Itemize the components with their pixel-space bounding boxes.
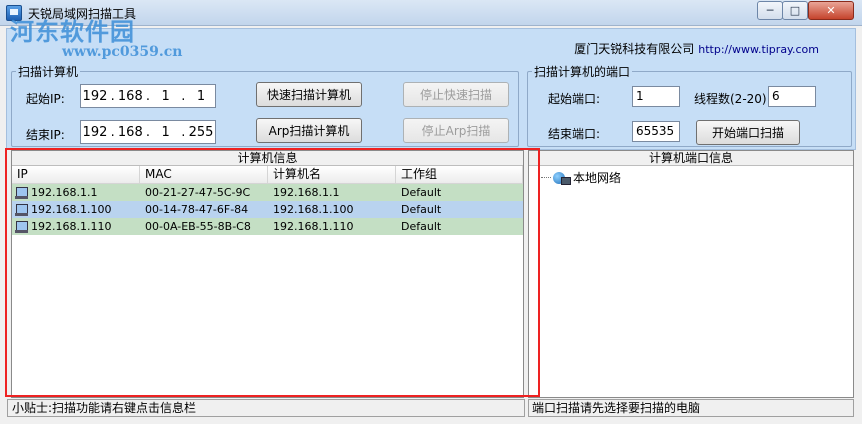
end-ip-octet: 168 (117, 124, 143, 140)
computer-info-panel: 计算机信息 IP MAC 计算机名 工作组 192.168.1.1 00-21-… (11, 150, 524, 398)
start-ip-octet: 1 (196, 88, 206, 104)
table-row[interactable]: 192.168.1.1 00-21-27-47-5C-9C 192.168.1.… (12, 184, 523, 201)
company-url[interactable]: http://www.tipray.com (698, 43, 819, 56)
computer-icon (15, 220, 28, 233)
table-row[interactable]: 192.168.1.100 00-14-78-47-6F-84 192.168.… (12, 201, 523, 218)
company-name: 厦门天锐科技有限公司 (574, 42, 695, 56)
close-button[interactable]: ✕ (808, 1, 854, 20)
cell-ip: 192.168.1.100 (31, 203, 112, 216)
threads-label: 线程数(2-20): (694, 92, 771, 106)
port-scan-group: 扫描计算机的端口 起始端口: 1 线程数(2-20): 6 结束端口: 6553… (527, 63, 852, 147)
network-icon (553, 171, 571, 185)
maximize-button[interactable]: □ (782, 1, 808, 20)
cell-computer-name: 192.168.1.1 (273, 186, 340, 199)
end-ip-input[interactable]: 192. 168. 1. 255 (80, 120, 216, 144)
computer-list-header: IP MAC 计算机名 工作组 (12, 166, 523, 184)
stop-arp-scan-button[interactable]: 停止Arp扫描 (403, 118, 509, 143)
watermark-text: 河东软件园 (10, 17, 135, 46)
tree-item-label: 本地网络 (573, 171, 622, 185)
cell-ip: 192.168.1.110 (31, 220, 112, 233)
port-info-panel: 计算机端口信息 本地网络 (528, 150, 854, 398)
cell-computer-name: 192.168.1.100 (273, 203, 354, 216)
column-header-workgroup[interactable]: 工作组 (396, 166, 523, 183)
column-header-computer-name[interactable]: 计算机名 (268, 166, 396, 183)
computer-icon (15, 186, 28, 199)
port-info-title: 计算机端口信息 (529, 151, 853, 166)
cell-ip: 192.168.1.1 (31, 186, 98, 199)
tree-item-local-network[interactable]: 本地网络 (541, 169, 621, 186)
port-group-legend: 扫描计算机的端口 (534, 65, 631, 79)
arp-scan-button[interactable]: Arp扫描计算机 (256, 118, 362, 143)
end-ip-octet: 1 (161, 124, 170, 140)
cell-workgroup: Default (401, 186, 442, 199)
column-header-ip[interactable]: IP (12, 166, 140, 183)
start-port-scan-button[interactable]: 开始端口扫描 (696, 120, 800, 145)
start-ip-label: 起始IP: (26, 92, 65, 106)
end-ip-octet: 255 (188, 124, 214, 140)
stop-quick-scan-button[interactable]: 停止快速扫描 (403, 82, 509, 107)
company-info: 厦门天锐科技有限公司 http://www.tipray.com (574, 40, 819, 57)
status-port-hint: 端口扫描请先选择要扫描的电脑 (528, 399, 854, 417)
column-header-mac[interactable]: MAC (140, 166, 268, 183)
computer-info-title: 计算机信息 (12, 151, 523, 166)
end-port-label: 结束端口: (548, 127, 601, 141)
scan-group-legend: 扫描计算机 (18, 65, 79, 79)
end-ip-label: 结束IP: (26, 128, 65, 142)
tree-connector (541, 177, 551, 178)
watermark-url: www.pc0359.cn (62, 44, 183, 60)
minimize-button[interactable]: ─ (757, 1, 783, 20)
scan-computer-group: 扫描计算机 起始IP: 192. 168. 1. 1 结束IP: 192. 16… (11, 63, 519, 147)
start-ip-octet: 1 (161, 88, 170, 104)
quick-scan-button[interactable]: 快速扫描计算机 (256, 82, 362, 107)
cell-mac: 00-21-27-47-5C-9C (145, 186, 251, 199)
start-port-label: 起始端口: (548, 92, 601, 106)
cell-computer-name: 192.168.1.110 (273, 220, 354, 233)
cell-mac: 00-0A-EB-55-8B-C8 (145, 220, 251, 233)
status-tip: 小贴士:扫描功能请右键点击信息栏 (7, 399, 525, 417)
start-port-input[interactable]: 1 (632, 86, 680, 107)
end-port-input[interactable]: 65535 (632, 121, 680, 142)
computer-icon (15, 203, 28, 216)
cell-workgroup: Default (401, 220, 442, 233)
start-ip-octet: 192 (82, 88, 108, 104)
cell-mac: 00-14-78-47-6F-84 (145, 203, 249, 216)
table-row[interactable]: 192.168.1.110 00-0A-EB-55-8B-C8 192.168.… (12, 218, 523, 235)
cell-workgroup: Default (401, 203, 442, 216)
end-ip-octet: 192 (82, 124, 108, 140)
start-ip-input[interactable]: 192. 168. 1. 1 (80, 84, 216, 108)
threads-input[interactable]: 6 (768, 86, 816, 107)
start-ip-octet: 168 (117, 88, 143, 104)
